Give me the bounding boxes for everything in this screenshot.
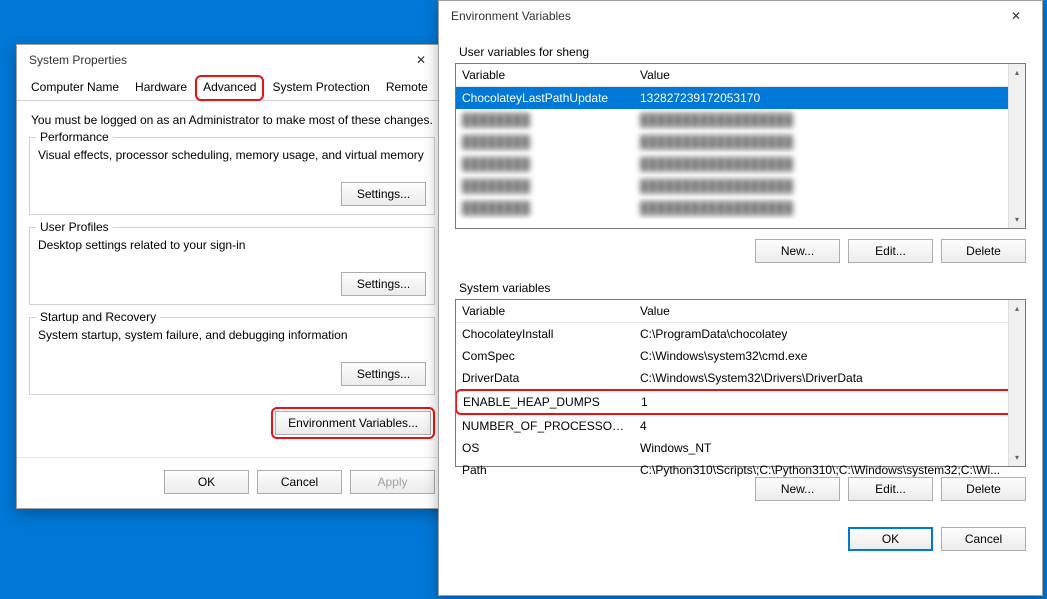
tab-advanced[interactable]: Advanced: [195, 75, 264, 101]
envdlg-titlebar: Environment Variables ✕: [439, 1, 1042, 31]
environment-variables-button[interactable]: Environment Variables...: [275, 411, 431, 435]
envdlg-body: User variables for sheng Variable Value …: [439, 31, 1042, 567]
list-row[interactable]: ██████████████████████████: [456, 175, 1025, 197]
var-value: ██████████████████: [634, 153, 1025, 175]
scroll-thumb[interactable]: [1009, 317, 1025, 449]
var-name: ████████: [456, 197, 634, 219]
var-value: ██████████████████: [634, 109, 1025, 131]
performance-group: Performance Visual effects, processor sc…: [29, 137, 435, 215]
scrollbar[interactable]: ▴ ▾: [1008, 300, 1025, 466]
envdlg-ok-button[interactable]: OK: [848, 527, 933, 551]
sys-vars-label: System variables: [459, 281, 1026, 295]
scroll-down-icon[interactable]: ▾: [1009, 211, 1025, 228]
env-vars-highlight: Environment Variables...: [271, 407, 435, 439]
user-vars-label: User variables for sheng: [459, 45, 1026, 59]
tab-system-protection[interactable]: System Protection: [264, 75, 377, 100]
var-name: OS: [456, 437, 634, 459]
sys-vars-listbox[interactable]: Variable Value ChocolateyInstallC:\Progr…: [455, 299, 1026, 467]
scroll-up-icon[interactable]: ▴: [1009, 300, 1025, 317]
col-value[interactable]: Value: [634, 300, 1025, 322]
user-vars-listbox[interactable]: Variable Value ChocolateyLastPathUpdate1…: [455, 63, 1026, 229]
var-value: 4: [634, 415, 1025, 437]
sysprops-content: You must be logged on as an Administrato…: [17, 101, 447, 494]
tab-computer-name[interactable]: Computer Name: [23, 75, 127, 100]
sysprops-tabs: Computer NameHardwareAdvancedSystem Prot…: [17, 75, 447, 101]
col-variable[interactable]: Variable: [456, 64, 634, 86]
var-name: ████████: [456, 109, 634, 131]
list-row[interactable]: OSWindows_NT: [456, 437, 1025, 459]
list-row[interactable]: PathC:\Python310\Scripts\;C:\Python310\;…: [456, 459, 1025, 481]
list-row[interactable]: NUMBER_OF_PROCESSORS4: [456, 415, 1025, 437]
col-value[interactable]: Value: [634, 64, 1025, 86]
tab-hardware[interactable]: Hardware: [127, 75, 195, 100]
scroll-down-icon[interactable]: ▾: [1009, 449, 1025, 466]
var-name: ENABLE_HEAP_DUMPS: [457, 391, 635, 413]
env-vars-window: Environment Variables ✕ User variables f…: [438, 0, 1043, 596]
var-value: C:\ProgramData\chocolatey: [634, 323, 1025, 345]
close-icon[interactable]: ✕: [998, 2, 1034, 30]
admin-note: You must be logged on as an Administrato…: [31, 113, 435, 127]
scroll-up-icon[interactable]: ▴: [1009, 64, 1025, 81]
var-value: 132827239172053170: [634, 87, 1025, 109]
system-properties-window: System Properties ✕ Computer NameHardwar…: [16, 44, 448, 509]
user-profiles-legend: User Profiles: [36, 220, 113, 234]
user-profiles-group: User Profiles Desktop settings related t…: [29, 227, 435, 305]
user-new-button[interactable]: New...: [755, 239, 840, 263]
sysprops-cancel-button[interactable]: Cancel: [257, 470, 342, 494]
list-row[interactable]: ██████████████████████████: [456, 197, 1025, 219]
var-value: ██████████████████: [634, 131, 1025, 153]
list-row[interactable]: ComSpecC:\Windows\system32\cmd.exe: [456, 345, 1025, 367]
list-row[interactable]: ██████████████████████████: [456, 153, 1025, 175]
list-row[interactable]: DriverDataC:\Windows\System32\Drivers\Dr…: [456, 367, 1025, 389]
close-icon[interactable]: ✕: [403, 46, 439, 74]
var-name: Path: [456, 459, 634, 481]
list-row[interactable]: ChocolateyLastPathUpdate1328272391720531…: [456, 87, 1025, 109]
list-row[interactable]: ██████████████████████████: [456, 109, 1025, 131]
var-value: C:\Python310\Scripts\;C:\Python310\;C:\W…: [634, 459, 1025, 481]
startup-legend: Startup and Recovery: [36, 310, 160, 324]
user-vars-header: Variable Value: [456, 64, 1025, 87]
startup-group: Startup and Recovery System startup, sys…: [29, 317, 435, 395]
var-value: ██████████████████: [634, 175, 1025, 197]
scrollbar[interactable]: ▴ ▾: [1008, 64, 1025, 228]
sysprops-apply-button[interactable]: Apply: [350, 470, 435, 494]
user-delete-button[interactable]: Delete: [941, 239, 1026, 263]
tab-remote[interactable]: Remote: [378, 75, 436, 100]
var-name: ████████: [456, 153, 634, 175]
sys-vars-header: Variable Value: [456, 300, 1025, 323]
var-name: ████████: [456, 131, 634, 153]
envdlg-cancel-button[interactable]: Cancel: [941, 527, 1026, 551]
user-profiles-settings-button[interactable]: Settings...: [341, 272, 426, 296]
list-row[interactable]: ENABLE_HEAP_DUMPS1: [456, 389, 1025, 415]
performance-desc: Visual effects, processor scheduling, me…: [38, 148, 426, 162]
user-edit-button[interactable]: Edit...: [848, 239, 933, 263]
var-value: C:\Windows\System32\Drivers\DriverData: [634, 367, 1025, 389]
sysprops-ok-button[interactable]: OK: [164, 470, 249, 494]
var-value: 1: [635, 391, 1024, 413]
var-value: ██████████████████: [634, 197, 1025, 219]
var-name: NUMBER_OF_PROCESSORS: [456, 415, 634, 437]
list-row[interactable]: ChocolateyInstallC:\ProgramData\chocolat…: [456, 323, 1025, 345]
var-value: Windows_NT: [634, 437, 1025, 459]
col-variable[interactable]: Variable: [456, 300, 634, 322]
envdlg-title: Environment Variables: [451, 9, 998, 23]
var-name: ChocolateyInstall: [456, 323, 634, 345]
startup-settings-button[interactable]: Settings...: [341, 362, 426, 386]
user-vars-body: ChocolateyLastPathUpdate1328272391720531…: [456, 87, 1025, 219]
var-value: C:\Windows\system32\cmd.exe: [634, 345, 1025, 367]
startup-desc: System startup, system failure, and debu…: [38, 328, 426, 342]
user-profiles-desc: Desktop settings related to your sign-in: [38, 238, 426, 252]
performance-settings-button[interactable]: Settings...: [341, 182, 426, 206]
var-name: ComSpec: [456, 345, 634, 367]
var-name: ChocolateyLastPathUpdate: [456, 87, 634, 109]
var-name: ████████: [456, 175, 634, 197]
var-name: DriverData: [456, 367, 634, 389]
sysprops-title: System Properties: [29, 53, 403, 67]
performance-legend: Performance: [36, 130, 113, 144]
list-row[interactable]: ██████████████████████████: [456, 131, 1025, 153]
sysprops-titlebar: System Properties ✕: [17, 45, 447, 75]
sys-vars-body: ChocolateyInstallC:\ProgramData\chocolat…: [456, 323, 1025, 481]
scroll-thumb[interactable]: [1009, 81, 1025, 211]
